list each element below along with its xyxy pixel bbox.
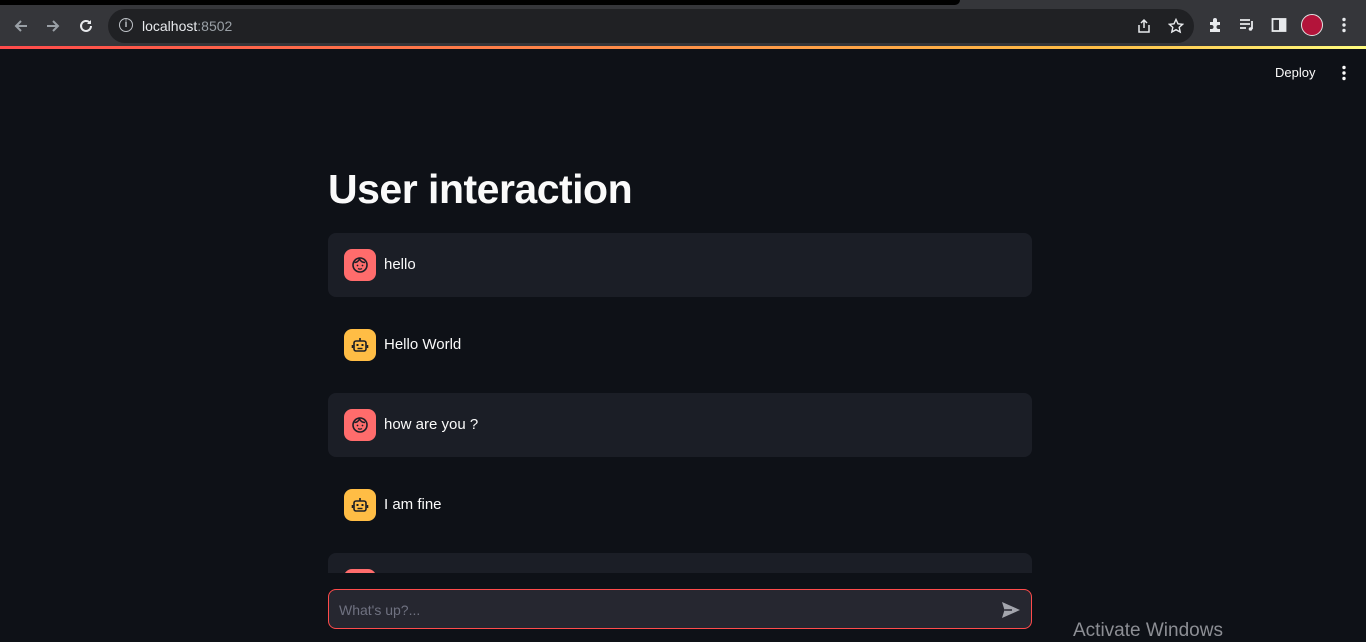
chat-message-assistant: Hello World (328, 313, 1032, 377)
chat-message-assistant: I am fine (328, 473, 1032, 537)
face-icon (352, 417, 368, 433)
browser-menu-icon[interactable] (1334, 15, 1354, 35)
reload-icon (80, 19, 92, 32)
user-avatar (344, 249, 376, 281)
message-text: how are you ? (384, 416, 479, 433)
back-button[interactable] (8, 13, 34, 39)
extensions-icon[interactable] (1206, 15, 1226, 35)
chat-input[interactable] (337, 590, 991, 630)
chat-history: hello Hello World how are you ? I am fin… (328, 233, 1032, 573)
side-panel-icon[interactable] (1269, 15, 1289, 35)
chat-message-user (328, 553, 1032, 573)
send-button[interactable] (999, 598, 1023, 622)
address-bar[interactable]: i localhost:8502 (108, 9, 1194, 43)
robot-icon (351, 498, 369, 512)
arrow-left-icon (14, 20, 27, 32)
message-text: Hello World (384, 336, 462, 353)
arrow-right-icon (47, 20, 60, 32)
site-info-icon[interactable]: i (119, 18, 133, 32)
deploy-button[interactable]: Deploy (1265, 63, 1325, 83)
browser-chrome: i localhost:8502 (0, 0, 1366, 49)
share-icon[interactable] (1135, 17, 1153, 35)
profile-avatar[interactable] (1301, 14, 1323, 36)
reload-button[interactable] (73, 13, 99, 39)
url-port: :8502 (197, 18, 233, 34)
chat-message-user: how are you ? (328, 393, 1032, 457)
url-text: localhost:8502 (142, 18, 232, 34)
kebab-menu-icon (1342, 65, 1346, 81)
page-title: User interaction (328, 166, 633, 212)
send-icon (1002, 602, 1020, 618)
face-icon (352, 257, 368, 273)
message-text: hello (384, 256, 416, 273)
streamlit-decoration-bar (0, 46, 1366, 49)
bookmark-star-icon[interactable] (1167, 17, 1185, 35)
assistant-avatar (344, 329, 376, 361)
chat-input-container (328, 589, 1032, 630)
user-avatar (344, 409, 376, 441)
robot-icon (351, 338, 369, 352)
user-avatar (344, 569, 376, 573)
app-menu-button[interactable] (1336, 63, 1352, 83)
assistant-avatar (344, 489, 376, 521)
message-text: I am fine (384, 496, 442, 513)
url-host: localhost (142, 18, 198, 34)
tab-strip (0, 0, 960, 5)
media-queue-icon[interactable] (1237, 15, 1257, 35)
chat-message-user: hello (328, 233, 1032, 297)
forward-button[interactable] (40, 13, 66, 39)
